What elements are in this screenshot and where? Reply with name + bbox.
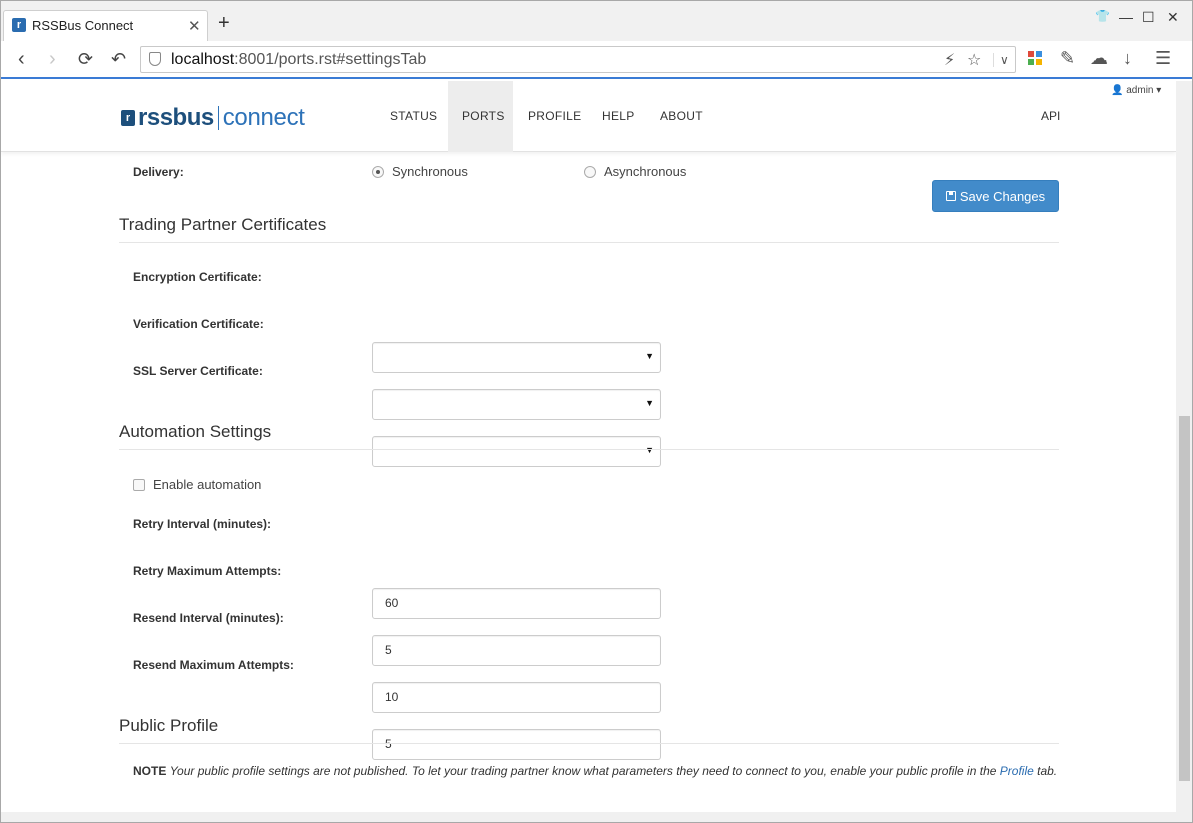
synchronous-label: Synchronous (392, 164, 468, 179)
public-profile-note: NOTE Your public profile settings are no… (133, 762, 1063, 780)
automation-title: Automation Settings (119, 422, 272, 441)
shield-icon (149, 52, 161, 66)
cloud-icon[interactable]: ☁ (1090, 48, 1108, 69)
nav-ports[interactable]: PORTS (448, 81, 513, 152)
tab-title: RSSBus Connect (32, 18, 134, 33)
caret-down-icon: ▼ (645, 351, 654, 361)
retry-interval-label: Retry Interval (minutes): (133, 517, 272, 531)
nav-status[interactable]: STATUS (376, 81, 451, 152)
verification-certificate-select[interactable]: ▼ (372, 389, 661, 420)
asynchronous-radio[interactable] (584, 166, 596, 178)
menu-icon[interactable]: ☰ (1155, 48, 1171, 69)
tab-strip: r RSSBus Connect ✕ + 👕 — ☐ ✕ (1, 1, 1192, 41)
resend-interval-label: Resend Interval (minutes): (133, 611, 284, 625)
synchronous-radio[interactable] (372, 166, 384, 178)
new-tab-icon[interactable]: + (218, 13, 230, 33)
resend-max-attempts-input[interactable]: 5 (372, 729, 661, 760)
skin-shirt-icon[interactable]: 👕 (1095, 9, 1110, 23)
save-changes-label: Save Changes (959, 188, 1046, 204)
resend-interval-input[interactable]: 10 (372, 682, 661, 713)
enable-automation-label: Enable automation (153, 477, 262, 492)
scrollbar-thumb[interactable] (1179, 416, 1190, 781)
address-bar[interactable]: localhost:8001/ports.rst#settingsTab ⚡ ☆… (140, 46, 1016, 73)
public-profile-title: Public Profile (119, 716, 219, 735)
admin-label: admin (1126, 85, 1154, 96)
resend-max-attempts-label: Resend Maximum Attempts: (133, 658, 294, 672)
nav-api[interactable]: API (1041, 109, 1060, 123)
reload-icon[interactable]: ⟳ (78, 48, 93, 70)
save-icon (945, 191, 956, 201)
rssbus-favicon-icon: r (12, 18, 26, 32)
browser-tab[interactable]: r RSSBus Connect ✕ (3, 10, 208, 41)
delivery-label: Delivery: (133, 165, 184, 179)
horizontal-scrollbar[interactable] (1, 812, 1192, 822)
retry-max-attempts-label: Retry Maximum Attempts: (133, 564, 282, 578)
admin-user-menu[interactable]: 👤 admin ▾ (1111, 85, 1161, 96)
note-text: Your public profile settings are not pub… (169, 764, 997, 778)
caret-down-icon: ▼ (645, 445, 654, 455)
address-text[interactable]: localhost:8001/ports.rst#settingsTab (171, 51, 426, 69)
minimize-icon[interactable]: — (1119, 9, 1133, 25)
section-divider (119, 449, 1059, 450)
logo-divider (217, 106, 219, 130)
page-viewport: r rssbus connect STATUS PORTS PROFILE HE… (1, 81, 1176, 812)
note-tail: tab. (1037, 764, 1058, 778)
browser-window: r RSSBus Connect ✕ + 👕 — ☐ ✕ ‹ › ⟳ ↶ loc… (0, 0, 1193, 823)
logo-rssbus-text: rssbus (138, 104, 214, 131)
caret-down-icon: ▼ (645, 398, 654, 408)
note-label: NOTE (133, 764, 167, 778)
download-icon[interactable]: ↓ (1123, 48, 1132, 69)
logo-connect-text: connect (222, 104, 305, 131)
maximize-icon[interactable]: ☐ (1142, 9, 1155, 26)
encryption-certificate-select[interactable]: ▼ (372, 342, 661, 373)
caret-down-icon: ▾ (1156, 85, 1162, 96)
nav-help[interactable]: HELP (588, 81, 649, 152)
browser-toolbar: ‹ › ⟳ ↶ localhost:8001/ports.rst#setting… (1, 41, 1192, 79)
apps-grid-icon[interactable] (1028, 49, 1042, 70)
settings-content: Delivery: Synchronous Asynchronous Save … (1, 152, 1176, 812)
ssl-server-certificate-select[interactable]: ▼ (372, 436, 661, 467)
user-icon: 👤 (1111, 85, 1124, 96)
section-divider (119, 743, 1059, 744)
undo-close-icon[interactable]: ↶ (111, 48, 126, 70)
close-tab-icon[interactable]: ✕ (188, 17, 201, 35)
app-navbar: r rssbus connect STATUS PORTS PROFILE HE… (1, 81, 1176, 152)
vertical-scrollbar[interactable] (1176, 81, 1192, 812)
lightning-icon[interactable]: ⚡ (944, 50, 955, 70)
retry-interval-input[interactable]: 60 (372, 588, 661, 619)
retry-max-attempts-input[interactable]: 5 (372, 635, 661, 666)
rssbus-connect-logo[interactable]: r rssbus connect (121, 103, 305, 133)
certificates-title: Trading Partner Certificates (119, 215, 327, 234)
verification-certificate-label: Verification Certificate: (133, 317, 264, 331)
profile-tab-link[interactable]: Profile (1000, 764, 1034, 778)
close-window-icon[interactable]: ✕ (1167, 9, 1179, 26)
star-icon[interactable]: ☆ (967, 50, 981, 70)
back-icon[interactable]: ‹ (18, 48, 25, 70)
save-changes-button[interactable]: Save Changes (932, 180, 1059, 212)
nav-about[interactable]: ABOUT (646, 81, 717, 152)
nav-profile[interactable]: PROFILE (514, 81, 595, 152)
enable-automation-checkbox[interactable] (133, 479, 145, 491)
encryption-certificate-label: Encryption Certificate: (133, 270, 262, 284)
forward-icon[interactable]: › (49, 48, 56, 70)
section-divider (119, 242, 1059, 243)
chevron-down-icon[interactable]: ∨ (993, 53, 1009, 67)
ssl-server-certificate-label: SSL Server Certificate: (133, 364, 263, 378)
pin-icon[interactable]: ✎ (1060, 48, 1075, 69)
rssbus-logo-icon: r (121, 110, 135, 126)
asynchronous-label: Asynchronous (604, 164, 687, 179)
